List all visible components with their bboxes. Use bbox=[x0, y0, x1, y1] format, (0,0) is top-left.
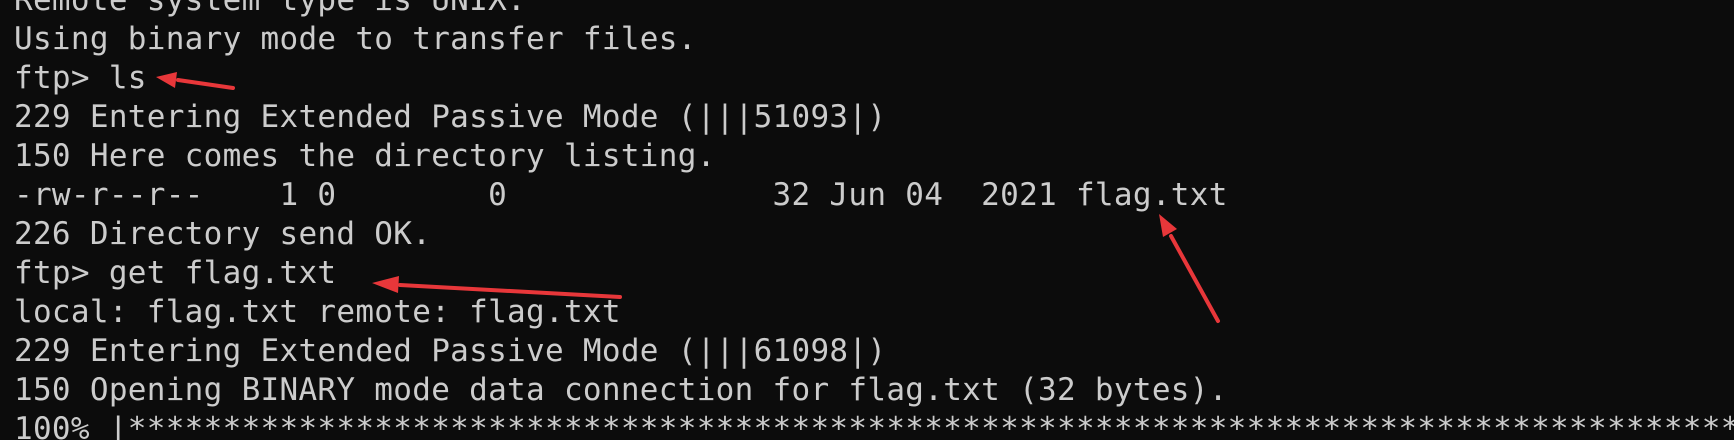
terminal-line-directory-ok: 226 Directory send OK. bbox=[14, 216, 432, 252]
terminal-output: Remote system type is UNIX. Using binary… bbox=[14, 0, 1734, 440]
terminal-line-ls-command: ftp> ls bbox=[14, 60, 147, 96]
terminal-line-binary-mode: Using binary mode to transfer files. bbox=[14, 21, 697, 57]
terminal-line-local-remote: local: flag.txt remote: flag.txt bbox=[14, 294, 621, 330]
terminal-line-progress: 100% |**********************************… bbox=[14, 411, 1734, 440]
terminal-line-passive-mode-1: 229 Entering Extended Passive Mode (|||5… bbox=[14, 99, 887, 135]
terminal-line-remote-system: Remote system type is UNIX. bbox=[14, 0, 527, 18]
terminal-line-get-command: ftp> get flag.txt bbox=[14, 255, 337, 291]
terminal-line-passive-mode-2: 229 Entering Extended Passive Mode (|||6… bbox=[14, 333, 887, 369]
terminal-window[interactable]: Remote system type is UNIX. Using binary… bbox=[0, 0, 1734, 440]
terminal-line-file-entry: -rw-r--r-- 1 0 0 32 Jun 04 2021 flag.txt bbox=[14, 177, 1228, 213]
terminal-line-binary-connection: 150 Opening BINARY mode data connection … bbox=[14, 372, 1228, 408]
terminal-line-directory-listing: 150 Here comes the directory listing. bbox=[14, 138, 716, 174]
